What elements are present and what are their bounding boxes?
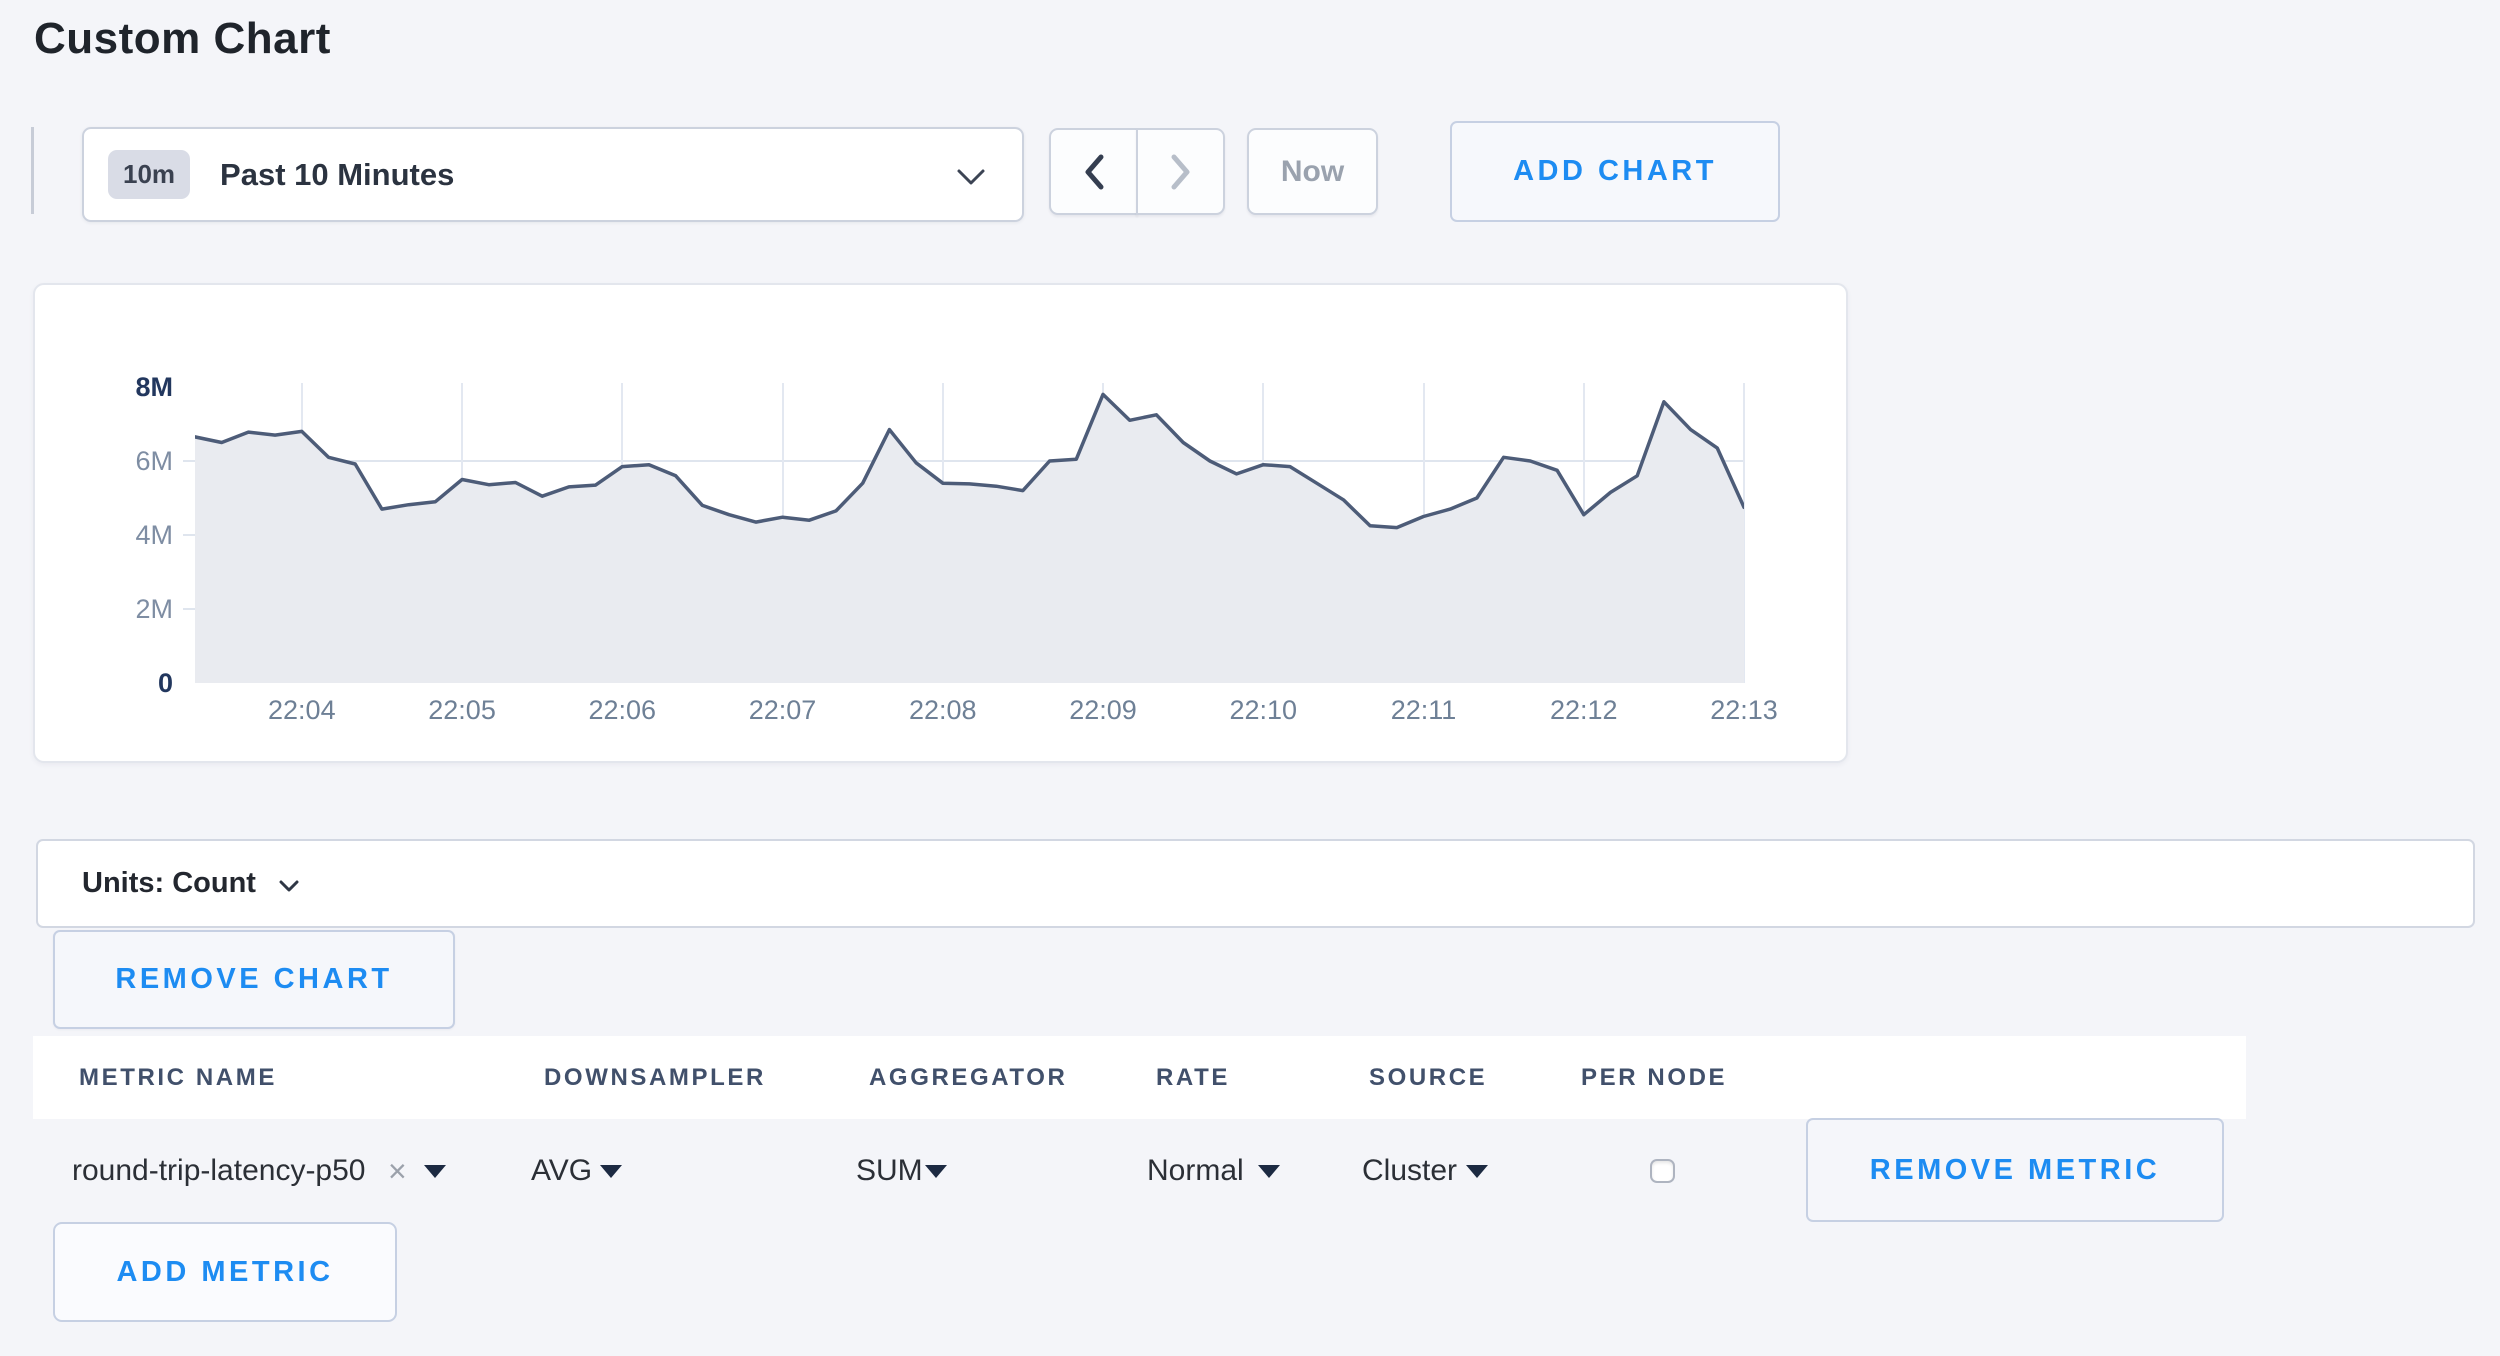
time-range-label: Past 10 Minutes (220, 157, 454, 193)
x-tick-label: 22:08 (873, 695, 1013, 726)
rate-dropdown[interactable]: Normal (1147, 1119, 1244, 1223)
aggregator-dropdown[interactable]: SUM (856, 1119, 923, 1223)
col-header-source: SOURCE (1369, 1036, 1487, 1119)
source-dropdown[interactable]: Cluster (1362, 1119, 1457, 1223)
remove-metric-button[interactable]: REMOVE METRIC (1806, 1118, 2224, 1222)
col-header-downsampler: DOWNSAMPLER (544, 1036, 766, 1119)
downsampler-dropdown[interactable]: AVG (531, 1119, 592, 1223)
chevron-left-icon (1083, 154, 1105, 190)
caret-down-icon[interactable] (600, 1165, 622, 1178)
metric-line-chart (195, 383, 1744, 683)
x-tick-label: 22:10 (1193, 695, 1333, 726)
remove-metric-label: REMOVE METRIC (1870, 1154, 2160, 1187)
caret-down-icon[interactable] (1466, 1165, 1488, 1178)
x-tick-label: 22:11 (1354, 695, 1494, 726)
x-tick-label: 22:06 (552, 695, 692, 726)
col-header-per-node: PER NODE (1581, 1036, 1727, 1119)
y-tick-label: 6M (53, 445, 173, 477)
y-tick-label: 8M (53, 371, 173, 403)
x-tick-label: 22:12 (1514, 695, 1654, 726)
custom-chart-page: Custom Chart 10m Past 10 Minutes Now ADD… (0, 0, 2500, 1356)
x-tick-label: 22:05 (392, 695, 532, 726)
chevron-down-icon (956, 168, 986, 186)
units-dropdown[interactable]: Units: Count (36, 839, 2475, 928)
col-header-rate: RATE (1156, 1036, 1230, 1119)
caret-down-icon[interactable] (424, 1165, 446, 1178)
per-node-checkbox[interactable] (1650, 1159, 1675, 1183)
y-tick-label: 4M (53, 519, 173, 551)
remove-chart-label: REMOVE CHART (115, 963, 392, 996)
add-chart-button[interactable]: ADD CHART (1450, 121, 1780, 222)
chevron-down-icon (278, 879, 300, 893)
add-metric-button[interactable]: ADD METRIC (53, 1222, 397, 1322)
y-tick-label: 2M (53, 593, 173, 625)
remove-chart-button[interactable]: REMOVE CHART (53, 930, 455, 1029)
units-label: Units: Count (82, 867, 256, 900)
x-tick-label: 22:13 (1674, 695, 1814, 726)
x-tick-label: 22:07 (713, 695, 853, 726)
col-header-aggregator: AGGREGATOR (869, 1036, 1067, 1119)
now-button-label: Now (1281, 155, 1344, 189)
time-range-dropdown[interactable]: 10m Past 10 Minutes (82, 127, 1024, 222)
x-tick-label: 22:09 (1033, 695, 1173, 726)
add-chart-label: ADD CHART (1513, 155, 1717, 188)
caret-down-icon[interactable] (925, 1165, 947, 1178)
add-metric-label: ADD METRIC (116, 1256, 333, 1289)
chevron-right-icon (1170, 154, 1192, 190)
col-header-metric-name: METRIC NAME (79, 1036, 277, 1119)
y-tick-label: 0 (53, 667, 173, 699)
metric-name-dropdown[interactable]: round-trip-latency-p50 (72, 1119, 365, 1223)
time-range-badge: 10m (108, 150, 190, 199)
page-title: Custom Chart (34, 14, 331, 64)
time-prev-button[interactable] (1049, 128, 1138, 215)
x-tick-label: 22:04 (232, 695, 372, 726)
caret-down-icon[interactable] (1258, 1165, 1280, 1178)
time-next-button[interactable] (1136, 128, 1225, 215)
close-icon[interactable]: × (388, 1119, 407, 1223)
area-fill-path (195, 394, 1744, 683)
toolbar-divider (31, 127, 34, 214)
now-button[interactable]: Now (1247, 128, 1378, 215)
metrics-table-header: METRIC NAME DOWNSAMPLER AGGREGATOR RATE … (33, 1036, 2246, 1119)
